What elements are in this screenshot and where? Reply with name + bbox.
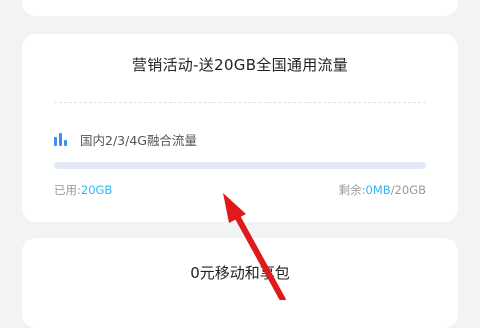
used-label: 已用: xyxy=(54,183,81,197)
previous-card xyxy=(22,0,458,16)
used-info: 已用:20GB xyxy=(54,182,112,198)
bar-chart-icon xyxy=(54,133,70,146)
total-value: /20GB xyxy=(390,183,426,197)
traffic-type-label: 国内2/3/4G融合流量 xyxy=(80,133,197,148)
package-card[interactable]: 营销活动-送20GB全国通用流量 国内2/3/4G融合流量 已用:20GB 剩余… xyxy=(22,34,458,222)
package-title: 营销活动-送20GB全国通用流量 xyxy=(131,56,349,74)
traffic-progress-bar xyxy=(54,162,426,169)
traffic-row: 国内2/3/4G融合流量 xyxy=(54,130,197,149)
next-package-title: 0元移动和享包 xyxy=(190,264,290,282)
next-package-card[interactable]: 0元移动和享包 xyxy=(22,238,458,328)
remaining-label: 剩余: xyxy=(338,183,366,197)
remaining-value: 0MB xyxy=(365,183,391,197)
remaining-info: 剩余:0MB/20GB xyxy=(339,182,426,198)
divider xyxy=(54,102,426,103)
used-value: 20GB xyxy=(80,183,113,197)
